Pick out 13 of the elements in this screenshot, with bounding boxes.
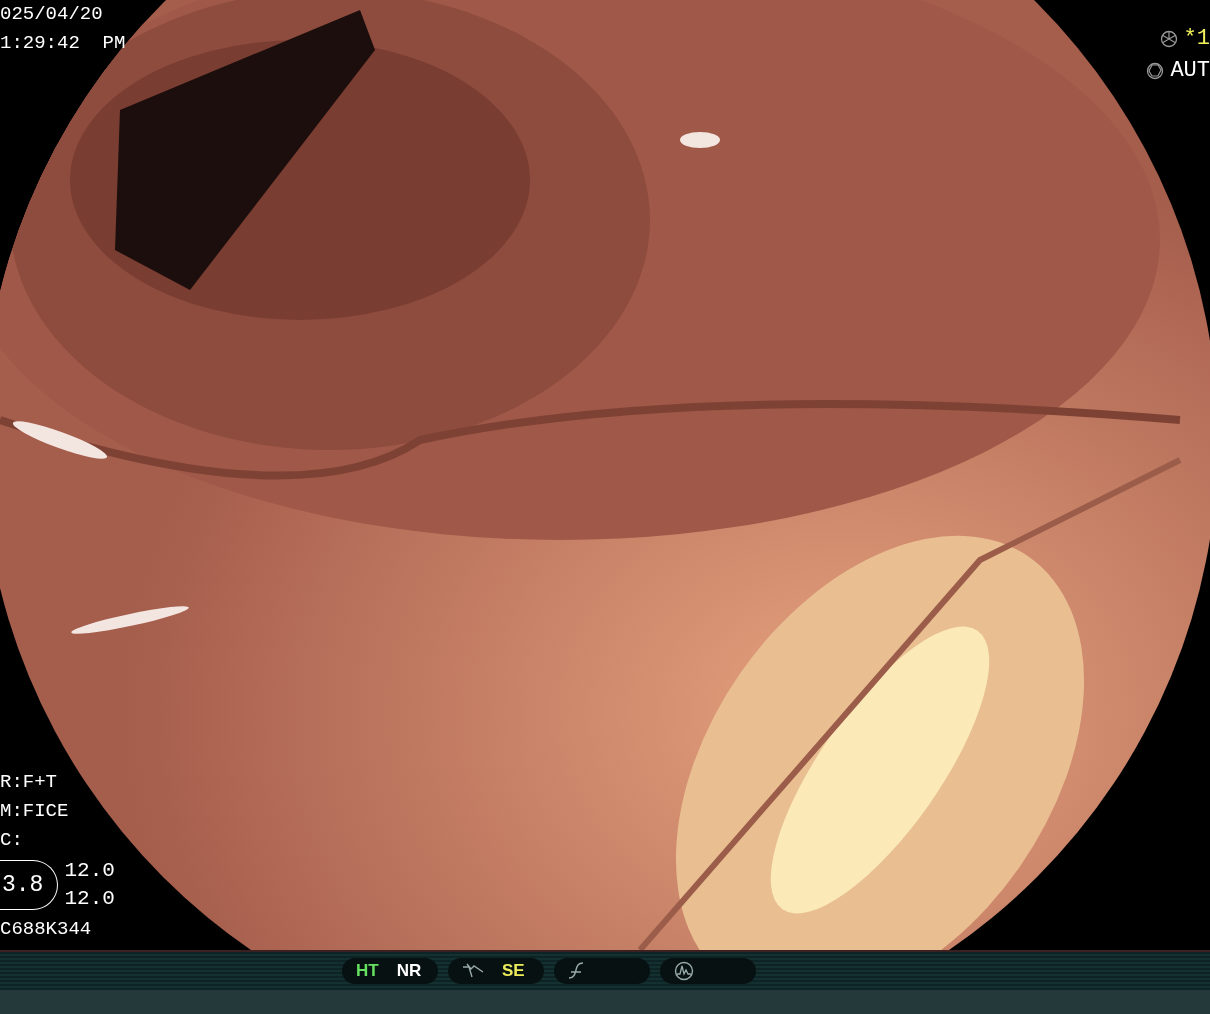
mode-text: AUT xyxy=(1170,58,1210,84)
mode-text: *1 xyxy=(1183,26,1210,52)
status-label: SE xyxy=(502,961,525,981)
zoom-reading: 12.0 xyxy=(64,886,115,912)
setting-text: R:F+T xyxy=(0,770,58,795)
status-label: NR xyxy=(396,961,422,981)
setting-text: C: xyxy=(0,828,24,853)
date-text: 025/04/20 xyxy=(0,2,104,27)
zoom-reading: 12.0 xyxy=(64,858,115,884)
setting-text: M:FICE xyxy=(0,799,70,824)
time-text: 1:29:42 PM xyxy=(0,31,126,56)
scope-code: C688K344 xyxy=(0,917,93,942)
status-label: HT xyxy=(356,961,379,981)
